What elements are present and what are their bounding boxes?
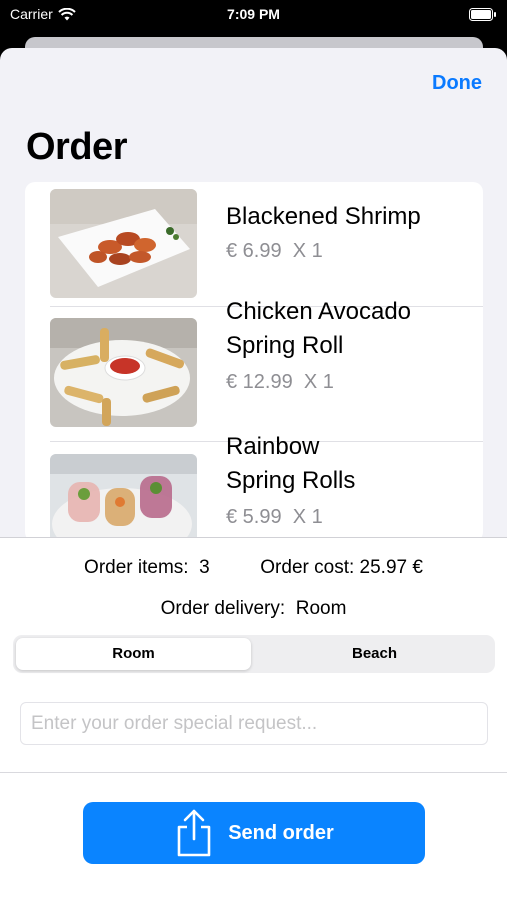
cost-value: 25.97 € (359, 557, 423, 578)
status-time: 7:09 PM (227, 6, 280, 22)
order-list[interactable]: Blackened Shrimp € 6.99 X 1 Chicken Avoc… (25, 182, 483, 542)
item-price-value: € 6.99 (226, 240, 282, 262)
share-icon (177, 809, 211, 857)
order-summary-line: Order items: 3 Order cost: 25.97 € (0, 557, 507, 579)
page-title: Order (26, 126, 127, 168)
item-quantity: X 1 (292, 240, 323, 262)
delivery-segmented-control[interactable]: Room Beach (13, 635, 495, 673)
item-price: € 12.99 X 1 (226, 371, 334, 394)
segment-room[interactable]: Room (16, 638, 251, 670)
divider (0, 772, 507, 773)
list-item[interactable]: Chicken Avocado Spring Roll € 12.99 X 1 (25, 298, 483, 441)
item-quantity: X 1 (303, 371, 334, 393)
item-name: Rainbow Spring Rolls (226, 433, 356, 494)
delivery-value: Room (295, 598, 347, 619)
delivery-label: Order delivery: (160, 598, 286, 619)
send-order-button[interactable]: Send order (83, 802, 425, 864)
cost-label: Order cost: (260, 557, 355, 578)
order-summary-panel: Order items: 3 Order cost: 25.97 € Order… (0, 537, 507, 900)
list-item[interactable]: Rainbow Spring Rolls € 5.99 X 1 (25, 433, 483, 542)
list-item[interactable]: Blackened Shrimp € 6.99 X 1 (25, 182, 483, 306)
item-quantity: X 1 (292, 506, 323, 528)
item-name: Chicken Avocado Spring Roll (226, 298, 412, 359)
items-value: 3 (199, 557, 210, 578)
spring-roll-photo (50, 318, 197, 427)
battery-icon (469, 8, 497, 24)
items-label: Order items: (84, 557, 189, 578)
special-request-input[interactable] (20, 702, 488, 745)
segment-beach[interactable]: Beach (257, 638, 492, 670)
item-price-value: € 5.99 (226, 506, 282, 528)
delivery-line: Order delivery: Room (0, 598, 507, 620)
item-name: Blackened Shrimp (226, 203, 421, 230)
shrimp-photo (50, 189, 197, 298)
item-price-value: € 12.99 (226, 371, 293, 393)
item-price: € 5.99 X 1 (226, 506, 323, 529)
status-bar: Carrier 7:09 PM (0, 0, 507, 30)
send-order-label: Send order (228, 821, 334, 844)
done-button[interactable]: Done (432, 72, 482, 95)
rainbow-rolls-photo (50, 454, 197, 542)
item-price: € 6.99 X 1 (226, 240, 323, 263)
